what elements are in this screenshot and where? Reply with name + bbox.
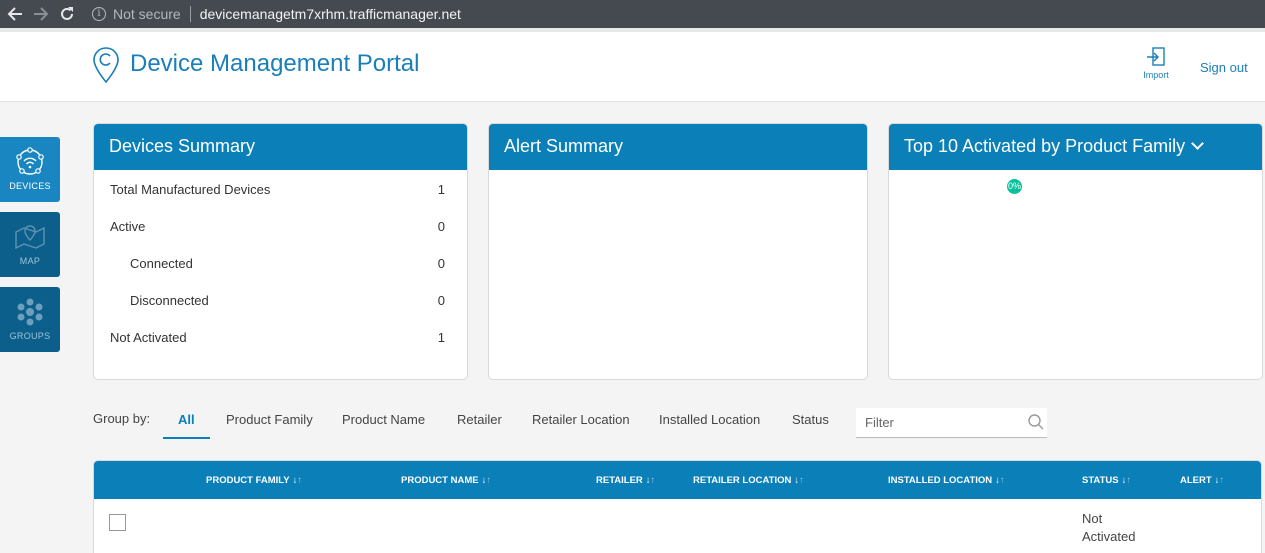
import-button[interactable]: Import bbox=[1138, 46, 1174, 80]
pie-chart-slice: 0% bbox=[1007, 179, 1022, 194]
card-title: Top 10 Activated by Product Family bbox=[904, 136, 1186, 156]
sign-out-link[interactable]: Sign out bbox=[1200, 60, 1248, 75]
tab-product-family[interactable]: Product Family bbox=[226, 412, 313, 427]
summary-row-not-activated: Not Activated 1 bbox=[110, 330, 445, 345]
sort-icon[interactable]: ↓↑ bbox=[646, 475, 656, 486]
tab-retailer[interactable]: Retailer bbox=[457, 412, 502, 427]
top10-dropdown[interactable]: Top 10 Activated by Product Family bbox=[889, 124, 1262, 170]
app-header: Device Management Portal Import Sign out bbox=[0, 32, 1265, 102]
alert-summary-card: Alert Summary bbox=[488, 123, 868, 380]
column-label: PRODUCT NAME bbox=[401, 475, 479, 486]
sort-icon[interactable]: ↓↑ bbox=[1215, 475, 1225, 486]
summary-value: 1 bbox=[437, 330, 445, 345]
summary-label: Total Manufactured Devices bbox=[110, 182, 271, 197]
group-by-label: Group by: bbox=[93, 411, 151, 426]
column-label: STATUS bbox=[1082, 475, 1119, 486]
info-icon[interactable]: i bbox=[92, 7, 106, 21]
search-icon[interactable] bbox=[1027, 413, 1045, 431]
column-label: INSTALLED LOCATION bbox=[888, 475, 993, 486]
sidebar-item-groups[interactable]: GROUPS bbox=[0, 287, 60, 352]
sort-up-icon: ↑ bbox=[486, 475, 492, 486]
sort-up-icon: ↑ bbox=[650, 475, 656, 486]
column-header-retailer-location[interactable]: RETAILER LOCATION ↓↑ bbox=[693, 475, 804, 486]
sort-icon[interactable]: ↓↑ bbox=[482, 475, 492, 486]
devices-summary-card: Devices Summary Total Manufactured Devic… bbox=[93, 123, 468, 380]
location-pin-logo-icon bbox=[93, 47, 119, 84]
column-label: PRODUCT FAMILY bbox=[206, 475, 290, 486]
sort-icon[interactable]: ↓↑ bbox=[293, 475, 303, 486]
column-header-installed-location[interactable]: INSTALLED LOCATION ↓↑ bbox=[888, 475, 1005, 486]
chevron-down-icon bbox=[1191, 137, 1205, 150]
summary-row-total: Total Manufactured Devices 1 bbox=[110, 182, 445, 197]
column-header-alert[interactable]: ALERT ↓↑ bbox=[1180, 475, 1224, 486]
sidebar-item-label: MAP bbox=[19, 256, 41, 266]
summary-label: Connected bbox=[130, 256, 193, 271]
card-title: Alert Summary bbox=[489, 124, 867, 170]
tab-all[interactable]: All bbox=[178, 412, 195, 427]
import-label: Import bbox=[1143, 70, 1169, 80]
column-header-retailer[interactable]: RETAILER ↓↑ bbox=[596, 475, 655, 486]
summary-label: Not Activated bbox=[110, 330, 187, 345]
summary-row-disconnected: Disconnected 0 bbox=[130, 293, 445, 308]
browser-toolbar: i Not secure devicemanagetm7xrhm.traffic… bbox=[0, 0, 1265, 28]
filter-input[interactable] bbox=[856, 408, 1016, 436]
filter-box bbox=[856, 408, 1047, 438]
table-header: PRODUCT FAMILY ↓↑ PRODUCT NAME ↓↑ RETAILER… bbox=[94, 461, 1261, 499]
sidebar-item-map[interactable]: MAP bbox=[0, 212, 60, 277]
column-header-product-name[interactable]: PRODUCT NAME ↓↑ bbox=[401, 475, 491, 486]
summary-value: 1 bbox=[437, 182, 445, 197]
back-arrow-icon[interactable] bbox=[4, 3, 26, 25]
summary-value: 0 bbox=[437, 219, 445, 234]
summary-row-connected: Connected 0 bbox=[130, 256, 445, 271]
tab-retailer-location[interactable]: Retailer Location bbox=[532, 412, 630, 427]
sort-up-icon: ↑ bbox=[999, 475, 1005, 486]
sort-icon[interactable]: ↓↑ bbox=[995, 475, 1005, 486]
column-label: RETAILER bbox=[596, 475, 643, 486]
import-icon bbox=[1147, 47, 1165, 66]
summary-row-active: Active 0 bbox=[110, 219, 445, 234]
sidebar-item-label: DEVICES bbox=[9, 181, 51, 191]
forward-arrow-icon[interactable] bbox=[30, 3, 52, 25]
sort-up-icon: ↑ bbox=[297, 475, 303, 486]
column-header-status[interactable]: STATUS ↓↑ bbox=[1082, 475, 1131, 486]
wifi-hub-icon bbox=[16, 147, 44, 175]
portal-title: Device Management Portal bbox=[130, 50, 420, 77]
tab-status[interactable]: Status bbox=[792, 412, 829, 427]
column-label: ALERT bbox=[1180, 475, 1212, 486]
summary-label: Active bbox=[110, 219, 146, 234]
groups-icon bbox=[17, 298, 43, 326]
status-cell: Not Activated bbox=[1082, 511, 1136, 544]
sort-up-icon: ↑ bbox=[1126, 475, 1132, 486]
map-icon bbox=[15, 225, 45, 250]
not-secure-label: Not secure bbox=[113, 6, 181, 22]
summary-value: 0 bbox=[437, 293, 445, 308]
address-bar-url[interactable]: devicemanagetm7xrhm.trafficmanager.net bbox=[200, 6, 461, 22]
sort-icon[interactable]: ↓↑ bbox=[1122, 475, 1132, 486]
reload-icon[interactable] bbox=[56, 3, 78, 25]
url-divider bbox=[189, 6, 191, 22]
tab-installed-location[interactable]: Installed Location bbox=[659, 412, 760, 427]
sort-up-icon: ↑ bbox=[799, 475, 804, 486]
top10-card: Top 10 Activated by Product Family 0% bbox=[888, 123, 1263, 380]
sort-icon[interactable]: ↓↑ bbox=[794, 475, 804, 486]
sidebar-item-devices[interactable]: DEVICES bbox=[0, 137, 60, 202]
column-header-product-family[interactable]: PRODUCT FAMILY ↓↑ bbox=[206, 475, 302, 486]
summary-label: Disconnected bbox=[130, 293, 209, 308]
tab-product-name[interactable]: Product Name bbox=[342, 412, 425, 427]
sidebar-item-label: GROUPS bbox=[9, 331, 51, 341]
devices-table: PRODUCT FAMILY ↓↑ PRODUCT NAME ↓↑ RETAILER… bbox=[93, 460, 1262, 553]
sort-up-icon: ↑ bbox=[1219, 475, 1225, 486]
card-title: Devices Summary bbox=[94, 124, 467, 170]
row-checkbox[interactable] bbox=[109, 514, 126, 531]
active-tab-indicator bbox=[163, 437, 210, 439]
summary-value: 0 bbox=[437, 256, 445, 271]
column-label: RETAILER LOCATION bbox=[693, 475, 792, 486]
